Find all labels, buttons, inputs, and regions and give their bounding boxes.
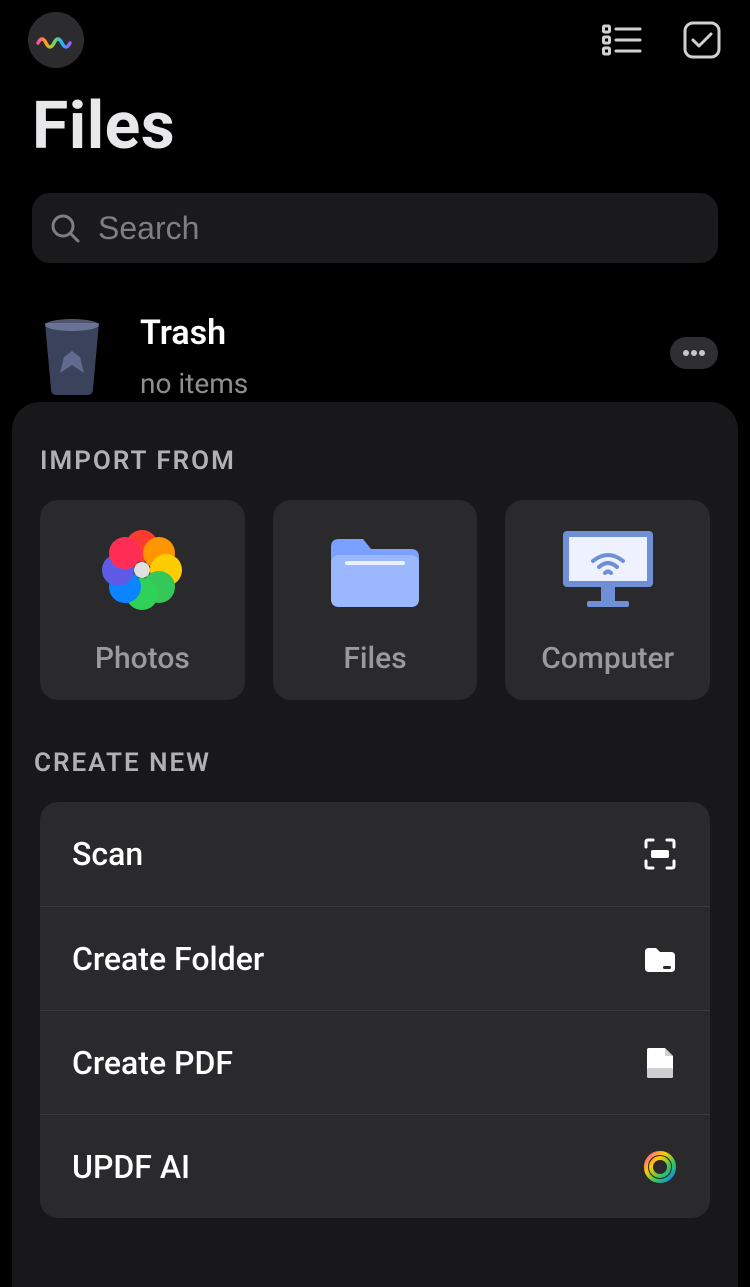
top-bar [0, 0, 750, 68]
tile-label: Computer [541, 641, 674, 676]
ellipsis-icon [683, 350, 705, 356]
create-section: CREATE NEW Scan Create Folder [40, 748, 710, 1218]
scan-button[interactable]: Scan [40, 802, 710, 906]
list-item-trash[interactable]: Trash no items [0, 311, 750, 401]
import-photos-button[interactable]: Photos [40, 500, 245, 700]
create-label: Create Folder [72, 940, 264, 978]
checkbox-icon [682, 20, 722, 60]
list-item-title: Trash [140, 313, 248, 353]
file-list: Trash no items [0, 311, 750, 401]
scan-icon [642, 836, 678, 872]
wave-logo-icon [36, 31, 76, 49]
create-folder-button[interactable]: Create Folder [40, 906, 710, 1010]
search-bar[interactable] [32, 193, 718, 263]
create-label: Scan [72, 835, 143, 873]
list-view-icon [602, 23, 642, 57]
app-avatar[interactable] [28, 12, 84, 68]
select-button[interactable] [682, 20, 722, 60]
import-section-label: IMPORT FROM [40, 446, 710, 476]
updf-ai-button[interactable]: UPDF AI [40, 1114, 710, 1218]
import-grid: Photos Files Computer [40, 500, 710, 700]
view-list-button[interactable] [602, 23, 642, 57]
more-button[interactable] [670, 337, 718, 369]
updf-ai-icon [642, 1149, 678, 1185]
computer-icon [553, 525, 663, 615]
page-title: Files [32, 88, 750, 165]
create-pdf-button[interactable]: Create PDF [40, 1010, 710, 1114]
create-list: Scan Create Folder Cre [40, 802, 710, 1218]
folder-filled-icon [642, 941, 678, 977]
search-input[interactable] [96, 193, 700, 263]
create-section-label: CREATE NEW [34, 748, 710, 778]
pdf-icon [642, 1045, 678, 1081]
tile-label: Photos [95, 641, 190, 676]
create-label: UPDF AI [72, 1148, 190, 1186]
photos-icon [97, 525, 187, 615]
search-icon [50, 213, 80, 243]
list-item-text: Trash no items [140, 313, 248, 400]
list-item-subtitle: no items [140, 367, 248, 400]
tile-label: Files [343, 641, 406, 676]
trash-icon [32, 311, 112, 401]
import-files-button[interactable]: Files [273, 500, 478, 700]
action-sheet: IMPORT FROM Photos [12, 402, 738, 1287]
folder-icon [325, 525, 425, 615]
top-actions [602, 20, 722, 60]
create-label: Create PDF [72, 1044, 233, 1082]
import-computer-button[interactable]: Computer [505, 500, 710, 700]
